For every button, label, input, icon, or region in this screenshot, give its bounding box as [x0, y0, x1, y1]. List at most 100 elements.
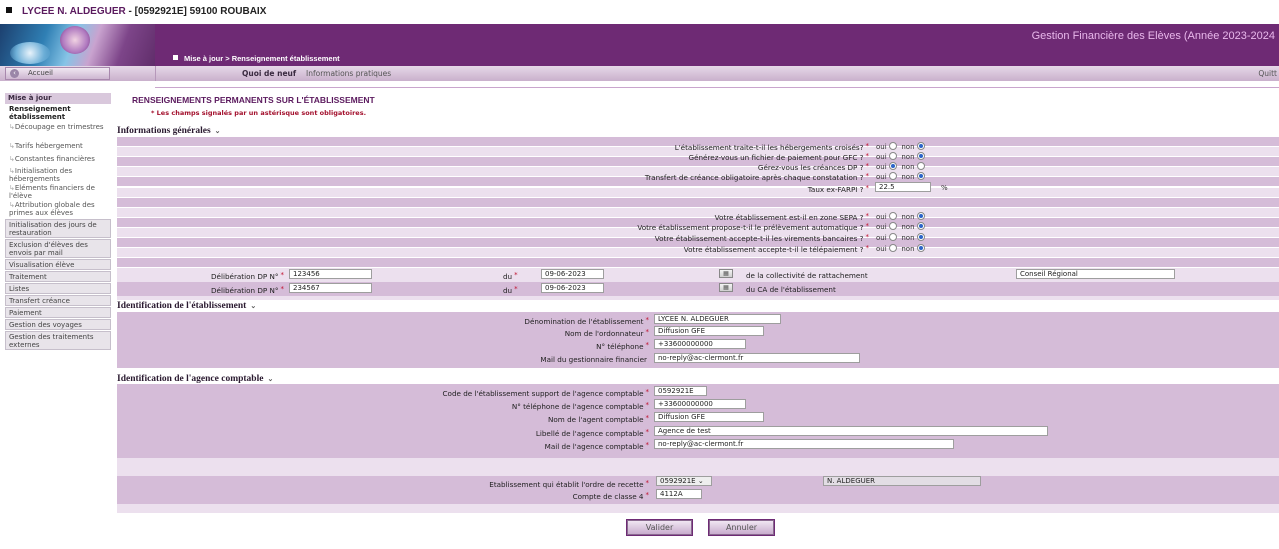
radio-non[interactable]	[916, 244, 925, 252]
radio-oui[interactable]	[888, 142, 897, 150]
form-row	[117, 198, 1279, 207]
question-label: L'établissement traite-t-il les hébergem…	[674, 142, 869, 152]
section-title-general[interactable]: Informations générales ⌄	[117, 126, 221, 136]
agence-mail-label: Mail de l'agence comptable *	[544, 441, 649, 451]
sidebar-btn-transfert[interactable]: Transfert créance	[5, 295, 111, 306]
classe-input[interactable]: 4112A	[656, 489, 702, 499]
date-label: du *	[503, 271, 518, 281]
percent-label: %	[941, 184, 948, 192]
home-button[interactable]: ‹ Accueil	[5, 67, 110, 80]
denomination-label: Dénomination de l'établissement *	[524, 316, 649, 326]
radio-oui[interactable]	[888, 212, 897, 220]
radio-non[interactable]	[916, 162, 925, 170]
radio-oui[interactable]	[888, 152, 897, 160]
delib-dp-input[interactable]: 123456	[289, 269, 372, 279]
telephone-label: N° téléphone *	[596, 341, 649, 351]
nav-link-info[interactable]: Informations pratiques	[306, 69, 391, 78]
radio-group: oui non	[876, 172, 925, 181]
delib-dp-input[interactable]: 234567	[289, 283, 372, 293]
sidebar-btn-visualisation[interactable]: Visualisation élève	[5, 259, 111, 270]
code-input[interactable]: 0592921E	[654, 386, 707, 396]
ordonnateur-input[interactable]: Diffusion GFE	[654, 326, 764, 336]
radio-non[interactable]	[916, 222, 925, 230]
sidebar-btn-paiement[interactable]: Paiement	[5, 307, 111, 318]
date-input[interactable]: 09-06-2023	[541, 269, 604, 279]
question-label: Transfert de créance obligatoire après c…	[644, 172, 869, 182]
sidebar-btn-listes[interactable]: Listes	[5, 283, 111, 294]
section-title-agence[interactable]: Identification de l'agence comptable ⌄	[117, 374, 273, 384]
sidebar: Mise à jour Renseignement établissement …	[5, 93, 111, 351]
agence-telephone-input[interactable]: +33600000000	[654, 399, 746, 409]
radio-oui[interactable]	[888, 233, 897, 241]
telephone-input[interactable]: +33600000000	[654, 339, 746, 349]
question-label: Générez-vous un fichier de paiement pour…	[688, 152, 870, 162]
app-title: Gestion Financière des Elèves (Année 202…	[1031, 30, 1275, 42]
back-arrow-icon: ‹	[10, 69, 19, 78]
photo-decoration	[10, 42, 50, 64]
required-note: * Les champs signalés par un astérisque …	[151, 109, 367, 117]
sidebar-heading[interactable]: Mise à jour	[5, 93, 111, 104]
radio-non[interactable]	[916, 152, 925, 160]
question-label: Votre établissement est-il en zone SEPA …	[714, 212, 869, 222]
school-title: LYCEE N. ALDEGUER - [0592921E] 59100 ROU…	[6, 6, 266, 17]
radio-group: oui non	[876, 222, 925, 231]
mail-label: Mail du gestionnaire financier	[540, 355, 647, 364]
question-label: Votre établissement accepte-t-il le télé…	[683, 244, 869, 254]
sidebar-item-elements-financiers[interactable]: ↳Eléments financiers de l'élève	[5, 184, 111, 201]
chevron-down-icon: ⌄	[250, 302, 257, 310]
radio-oui[interactable]	[888, 162, 897, 170]
radio-non[interactable]	[916, 212, 925, 220]
breadcrumb: Mise à jour > Renseignement établissemen…	[173, 54, 340, 63]
sidebar-btn-voyages[interactable]: Gestion des voyages	[5, 319, 111, 330]
form-row	[117, 296, 1279, 300]
radio-group: oui non	[876, 162, 925, 171]
radio-non[interactable]	[916, 233, 925, 241]
mail-input[interactable]: no-reply@ac-clermont.fr	[654, 353, 860, 363]
form-row	[117, 208, 1279, 217]
calendar-icon[interactable]: ▦	[719, 283, 733, 292]
agent-input[interactable]: Diffusion GFE	[654, 412, 764, 422]
radio-group: oui non	[876, 233, 925, 242]
sidebar-item-renseignement[interactable]: Renseignement établissement	[5, 105, 111, 123]
radio-group: oui non	[876, 244, 925, 253]
farpi-input[interactable]: 22.5	[875, 182, 931, 192]
calendar-icon[interactable]: ▦	[719, 269, 733, 278]
date-input[interactable]: 09-06-2023	[541, 283, 604, 293]
annuler-button[interactable]: Annuler	[709, 520, 774, 535]
section-title-etablissement[interactable]: Identification de l'établissement ⌄	[117, 301, 256, 311]
page-title: RENSEIGNEMENTS PERMANENTS SUR L'ÉTABLISS…	[132, 95, 375, 105]
sidebar-btn-exclusion[interactable]: Exclusion d'élèves des envois par mail	[5, 239, 111, 258]
collectivite-input[interactable]: Conseil Régional	[1016, 269, 1175, 279]
sidebar-btn-traitement[interactable]: Traitement	[5, 271, 111, 282]
sidebar-btn-restauration[interactable]: Initialisation des jours de restauration	[5, 219, 111, 238]
classe-label: Compte de classe 4 *	[572, 491, 649, 501]
libelle-label: Libellé de l'agence comptable *	[535, 428, 649, 438]
quit-link[interactable]: Quitt	[1258, 69, 1277, 78]
denomination-input[interactable]: LYCEE N. ALDEGUER	[654, 314, 781, 324]
sidebar-item-decoupage[interactable]: ↳Découpage en trimestres	[5, 123, 111, 141]
sidebar-item-constantes[interactable]: ↳Constantes financières	[5, 155, 111, 167]
chevron-down-icon: ⌄	[267, 375, 274, 383]
sidebar-item-initialisation[interactable]: ↳Initialisation des hébergements	[5, 167, 111, 184]
delib-label: Délibération DP N° *	[211, 271, 284, 281]
nav-link-whats-new[interactable]: Quoi de neuf	[242, 69, 296, 78]
libelle-input[interactable]: Agence de test	[654, 426, 1048, 436]
collectivite-label: de la collectivité de rattachement	[746, 271, 868, 280]
radio-oui[interactable]	[888, 222, 897, 230]
radio-non[interactable]	[916, 142, 925, 150]
sidebar-item-attribution[interactable]: ↳Attribution globale des primes aux élèv…	[5, 201, 111, 219]
sidebar-btn-traitements-externes[interactable]: Gestion des traitements externes	[5, 331, 111, 350]
radio-oui[interactable]	[888, 172, 897, 180]
farpi-label: Taux ex-FARPI ? *	[807, 184, 869, 194]
sidebar-item-tarifs[interactable]: ↳Tarifs hébergement	[5, 142, 111, 154]
delib-label: Délibération DP N° *	[211, 285, 284, 295]
agence-mail-input[interactable]: no-reply@ac-clermont.fr	[654, 439, 954, 449]
valider-button[interactable]: Valider	[627, 520, 692, 535]
radio-non[interactable]	[916, 172, 925, 180]
code-label: Code de l'établissement support de l'age…	[442, 388, 649, 398]
ordre-name: N. ALDEGUER	[823, 476, 981, 486]
date-label: du *	[503, 285, 518, 295]
form-row	[117, 458, 1279, 476]
radio-oui[interactable]	[888, 244, 897, 252]
ordre-select[interactable]: 0592921E ⌄	[656, 476, 712, 486]
